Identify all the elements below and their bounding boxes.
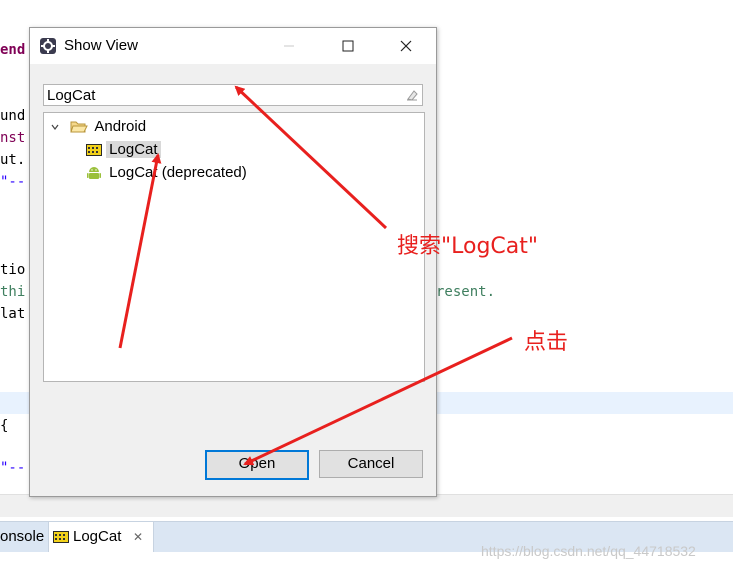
code-line: thi xyxy=(0,284,26,300)
tree-item-logcat-deprecated[interactable]: LogCat (deprecated) xyxy=(86,163,247,183)
code-line: end xyxy=(0,42,26,58)
code-line: tio xyxy=(0,262,26,278)
clear-eraser-icon[interactable] xyxy=(405,88,419,102)
dialog-titlebar[interactable]: Show View xyxy=(30,28,436,64)
code-line: lat xyxy=(0,306,26,322)
tab-console[interactable]: onsole xyxy=(0,522,46,552)
open-button[interactable]: Open xyxy=(205,450,309,480)
annotation-search-note: 搜索"LogCat" xyxy=(397,234,539,259)
eclipse-app-icon xyxy=(40,38,56,54)
maximize-button[interactable] xyxy=(333,32,363,60)
code-line: "-- xyxy=(0,460,26,476)
tree-group-label: Android xyxy=(94,118,147,135)
tree-group-android[interactable]: Android xyxy=(50,117,146,137)
tab-logcat-label: LogCat xyxy=(73,528,122,545)
logcat-icon xyxy=(53,531,69,543)
editor-status-strip xyxy=(0,494,733,517)
tree-item-label: LogCat (deprecated) xyxy=(109,164,247,181)
code-line: "-- xyxy=(0,174,26,190)
code-line: ut. xyxy=(0,152,26,168)
code-comment-fragment: resent. xyxy=(436,284,496,300)
annotation-click-note: 点击 xyxy=(524,330,569,355)
maximize-icon xyxy=(342,40,354,52)
minimize-icon xyxy=(284,45,294,47)
watermark: https://blog.csdn.net/qq_44718532 xyxy=(481,543,696,559)
cancel-button[interactable]: Cancel xyxy=(319,450,423,478)
close-icon[interactable]: ✕ xyxy=(133,522,143,552)
chevron-down-icon[interactable] xyxy=(50,122,60,132)
tree-item-label: LogCat xyxy=(106,141,161,158)
code-line: und xyxy=(0,108,26,124)
view-tree[interactable]: Android LogCat LogCat (deprecated) xyxy=(43,112,425,382)
code-line: { xyxy=(0,418,9,434)
tree-item-logcat[interactable]: LogCat xyxy=(86,140,161,160)
filter-input[interactable] xyxy=(44,85,397,105)
tab-console-label: onsole xyxy=(0,528,45,545)
android-icon xyxy=(87,167,101,180)
close-window-button[interactable] xyxy=(391,32,421,60)
filter-field[interactable] xyxy=(43,84,423,106)
minimize-button[interactable] xyxy=(274,32,304,60)
logcat-icon xyxy=(86,144,102,157)
code-line: nst xyxy=(0,130,26,146)
tab-logcat[interactable]: LogCat ✕ xyxy=(48,522,154,552)
open-folder-icon xyxy=(70,121,88,133)
show-view-dialog: Show View Android xyxy=(29,27,437,497)
close-window-icon xyxy=(400,40,412,52)
dialog-title: Show View xyxy=(64,37,138,54)
